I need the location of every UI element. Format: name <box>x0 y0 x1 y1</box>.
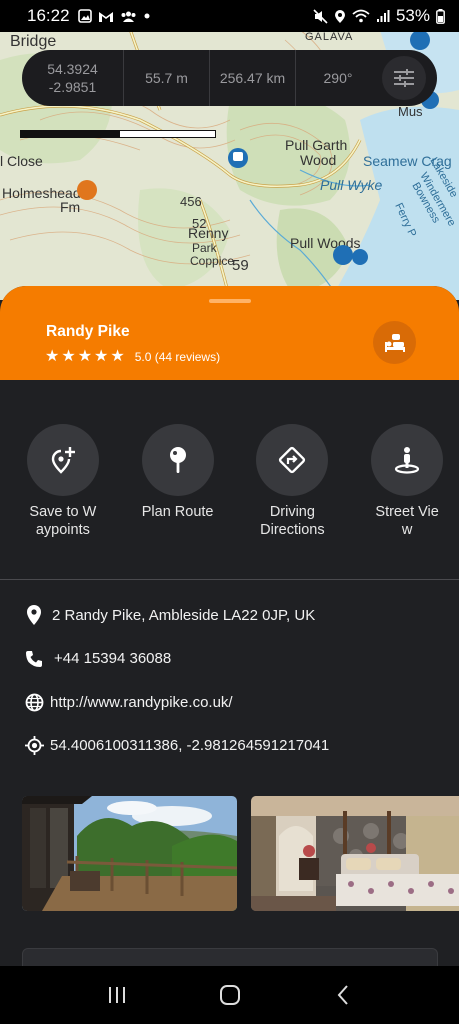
save-waypoint-circle <box>26 424 99 496</box>
svg-text:GALAVA: GALAVA <box>305 31 353 43</box>
svg-text:Wood: Wood <box>300 152 336 168</box>
svg-text:Mus: Mus <box>398 104 423 119</box>
address-row[interactable]: 2 Randy Pike, Ambleside LA22 0JP, UK <box>0 604 459 626</box>
battery-percent: 53% <box>395 6 430 25</box>
street-view-button[interactable]: Street View <box>355 424 459 579</box>
map-scale-bar <box>20 130 216 138</box>
svg-text:52: 52 <box>192 216 206 231</box>
svg-text:l Close: l Close <box>0 153 43 169</box>
map-settings-button[interactable] <box>382 56 426 100</box>
svg-text:456: 456 <box>180 194 202 209</box>
distance-value: 256.47 km <box>219 70 286 86</box>
distance-readout[interactable]: 256.47 km <box>210 50 296 106</box>
back-icon <box>337 985 348 1005</box>
rating-text: 5.0 (44 reviews) <box>134 350 221 364</box>
globe-icon <box>25 693 43 711</box>
gmail-icon <box>98 11 113 22</box>
signal-icon <box>376 10 390 22</box>
photo-icon <box>77 9 92 23</box>
svg-text:Bridge: Bridge <box>10 33 56 50</box>
save-waypoint-label: Save to Waypoints <box>29 504 97 538</box>
star-icon: ★ <box>77 348 93 365</box>
recents-icon <box>108 987 125 1003</box>
place-rating[interactable]: ★ ★ ★ ★ ★ 5.0 (44 reviews) <box>45 349 220 365</box>
latitude-value: 54.3924 <box>47 61 98 77</box>
website-row[interactable]: http://www.randypike.co.uk/ <box>0 691 459 713</box>
place-details-list: 2 Randy Pike, Ambleside LA22 0JP, UK +44… <box>0 580 459 757</box>
group-icon <box>121 11 136 22</box>
system-nav-bar <box>0 966 459 1024</box>
location-icon <box>334 9 345 23</box>
map-view[interactable]: Bridge Pull Garth Wood Seamew Crag Pull … <box>0 0 459 300</box>
street-view-label: Street View <box>375 504 439 538</box>
status-bar: 16:22 53% <box>0 0 459 32</box>
website-link[interactable]: http://www.randypike.co.uk/ <box>50 694 233 711</box>
longitude-value: -2.9851 <box>48 79 97 95</box>
svg-text:Park: Park <box>192 241 218 255</box>
plan-route-button[interactable]: Plan Route <box>126 424 230 579</box>
pin-icon <box>169 447 186 473</box>
wifi-icon <box>352 9 370 23</box>
home-icon <box>219 985 240 1005</box>
driving-directions-button[interactable]: Driving Directions <box>241 424 345 579</box>
dot-icon <box>144 13 150 19</box>
svg-text:Pull Garth: Pull Garth <box>285 137 347 153</box>
photo-carousel[interactable] <box>22 796 459 911</box>
heading-value: 290° <box>323 70 353 86</box>
heading-readout[interactable]: 290° <box>296 50 380 106</box>
scale-bar-fill <box>21 131 120 137</box>
altitude-readout[interactable]: 55.7 m <box>124 50 210 106</box>
coordinates-text: 54.4006100311386, -2.981264591217041 <box>50 737 330 754</box>
deck-view-image <box>22 796 237 911</box>
star-icon: ★ <box>94 348 109 365</box>
mute-icon <box>313 8 328 24</box>
status-time: 16:22 <box>27 6 70 25</box>
deck-view-photo[interactable] <box>22 796 237 911</box>
bedroom-image <box>251 796 459 911</box>
address-text: 2 Randy Pike, Ambleside LA22 0JP, UK <box>52 606 316 624</box>
gps-target-icon <box>24 736 44 755</box>
location-info-bar: 54.3924 -2.9851 55.7 m 256.47 km 290° <box>22 50 437 106</box>
battery-icon <box>436 8 445 24</box>
phone-text: +44 15394 36088 <box>54 650 172 667</box>
plan-route-circle <box>141 424 214 496</box>
directions-icon <box>279 446 306 474</box>
street-view-icon <box>395 447 420 474</box>
home-button[interactable] <box>210 975 250 1015</box>
plan-route-label: Plan Route <box>141 504 214 520</box>
street-view-circle <box>371 424 444 496</box>
save-to-waypoints-button[interactable]: Save to Waypoints <box>11 424 115 579</box>
location-pin-icon <box>27 605 41 625</box>
driving-directions-circle <box>256 424 329 496</box>
bedroom-photo[interactable] <box>251 796 459 911</box>
driving-directions-label: Driving Directions <box>260 504 325 538</box>
back-button[interactable] <box>323 975 363 1015</box>
topo-map: Bridge Pull Garth Wood Seamew Crag Pull … <box>0 0 459 300</box>
svg-text:Pull Wyke: Pull Wyke <box>320 177 382 193</box>
svg-text:59: 59 <box>232 257 249 274</box>
add-location-icon <box>51 447 75 474</box>
star-icon: ★ <box>61 348 76 365</box>
sheet-drag-handle[interactable] <box>209 299 251 303</box>
coordinates-readout[interactable]: 54.3924 -2.9851 <box>22 50 124 106</box>
recents-button[interactable] <box>97 975 137 1015</box>
sliders-icon <box>394 69 414 87</box>
altitude-value: 55.7 m <box>145 70 188 86</box>
category-button[interactable] <box>373 321 416 364</box>
phone-row[interactable]: +44 15394 36088 <box>0 648 459 670</box>
coordinates-row[interactable]: 54.4006100311386, -2.981264591217041 <box>0 735 459 757</box>
phone-icon <box>26 650 42 667</box>
star-icon: ★ <box>45 348 60 365</box>
place-header[interactable]: Randy Pike ★ ★ ★ ★ ★ 5.0 (44 reviews) <box>0 286 459 380</box>
svg-text:Fm: Fm <box>60 199 80 215</box>
place-details-sheet: Randy Pike ★ ★ ★ ★ ★ 5.0 (44 reviews) Sa… <box>0 286 459 966</box>
more-info-card[interactable] <box>22 948 438 966</box>
svg-text:Coppice: Coppice <box>190 254 234 268</box>
action-row: Save to Waypoints Plan Route Driving Dir… <box>0 380 459 580</box>
place-title: Randy Pike <box>46 323 130 340</box>
bed-icon <box>384 333 405 352</box>
star-icon: ★ <box>110 348 125 365</box>
